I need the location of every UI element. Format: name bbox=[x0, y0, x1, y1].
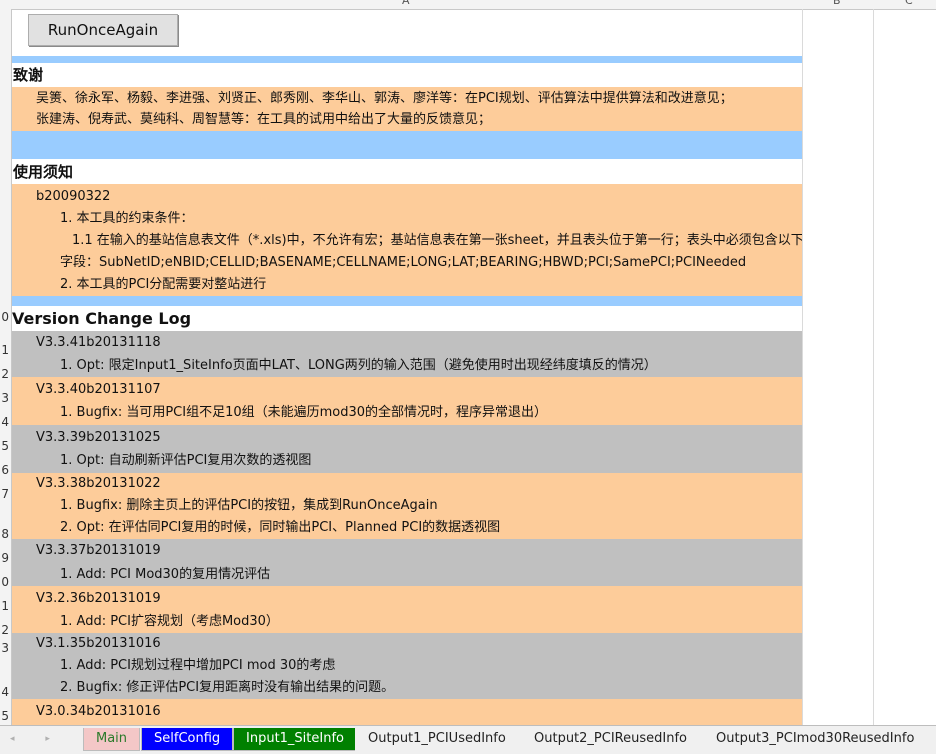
separator-band bbox=[12, 131, 802, 159]
column-header-c[interactable]: C bbox=[905, 0, 913, 7]
log-entry-item: 1. Bugfix: 删除主页上的评估PCI的按钮，集成到RunOnceAgai… bbox=[60, 498, 438, 513]
log-entry-version: V3.1.35b20131016 bbox=[36, 636, 161, 651]
row-number[interactable]: 4 bbox=[0, 415, 9, 429]
row-number[interactable]: 4 bbox=[0, 685, 9, 699]
separator-band bbox=[12, 56, 802, 63]
notice-version: b20090322 bbox=[36, 189, 111, 204]
column-header-a[interactable]: A bbox=[402, 0, 410, 7]
row-number[interactable]: 3 bbox=[0, 391, 9, 405]
row-number[interactable]: 0 bbox=[0, 575, 9, 589]
row-number[interactable]: 2 bbox=[0, 623, 9, 637]
separator-band bbox=[12, 296, 802, 306]
tab-main[interactable]: Main bbox=[83, 728, 141, 751]
sheet-tabs-bar: ◂ ▸ Main SelfConfig Input1_SiteInfo Outp… bbox=[0, 725, 936, 754]
log-heading: Version Change Log bbox=[12, 307, 802, 331]
tab-output1-pciusedinfo[interactable]: Output1_PCIUsedInfo bbox=[355, 728, 519, 751]
log-entry-item: 2. Bugfix: 修正评估PCI复用距离时没有输出结果的问题。 bbox=[60, 680, 395, 695]
thanks-title: 致谢 bbox=[13, 66, 44, 84]
column-divider-a-b bbox=[802, 9, 803, 725]
log-entry-version: V3.0.34b20131016 bbox=[36, 704, 161, 719]
log-entry-item: 1. Add: PCI Mod30的复用情况评估 bbox=[60, 567, 271, 582]
row-number[interactable]: 5 bbox=[0, 709, 9, 723]
tab-output2-pcireusedinfo[interactable]: Output2_PCIReusedInfo bbox=[521, 728, 700, 751]
log-entry-item: 1. Add: PCI规划过程中增加PCI mod 30的考虑 bbox=[60, 658, 336, 673]
row-number[interactable]: 7 bbox=[0, 487, 9, 501]
row-number[interactable]: 5 bbox=[0, 439, 9, 453]
log-title: Version Change Log bbox=[12, 309, 192, 328]
run-once-again-button[interactable]: RunOnceAgain bbox=[28, 14, 178, 46]
thanks-heading: 致谢 bbox=[12, 64, 802, 86]
tab-selfconfig[interactable]: SelfConfig bbox=[141, 728, 234, 751]
row-header-strip: 0 1 2 3 4 5 6 7 8 9 0 1 2 3 4 5 bbox=[0, 9, 12, 725]
tab-input1-siteinfo[interactable]: Input1_SiteInfo bbox=[233, 728, 357, 751]
log-entry-version: V3.3.39b20131025 bbox=[36, 430, 161, 445]
column-divider-b-c bbox=[873, 9, 874, 725]
thanks-line-2: 张建涛、倪寿武、莫纯科、周智慧等：在工具的试用中给出了大量的反馈意见； bbox=[36, 112, 492, 127]
notice-line-2: 1.1 在输入的基站信息表文件（*.xls)中，不允许有宏；基站信息表在第一张s… bbox=[72, 233, 802, 248]
column-header-b[interactable]: B bbox=[833, 0, 841, 7]
log-entry-item: 1. Add: PCI扩容规划（考虑Mod30） bbox=[60, 614, 279, 629]
log-entry-item: 1. Bugfix: 当可用PCI组不足10组（未能遍历mod30的全部情况时，… bbox=[60, 405, 548, 420]
sheet-nav-arrows-icon[interactable]: ◂ ▸ bbox=[10, 734, 64, 744]
log-entry-item: 1. Opt: 自动刷新评估PCI复用次数的透视图 bbox=[60, 453, 312, 468]
row-number[interactable]: 9 bbox=[0, 551, 9, 565]
log-entry-version: V3.3.40b20131107 bbox=[36, 382, 161, 397]
row-number[interactable]: 8 bbox=[0, 527, 9, 541]
notice-title: 使用须知 bbox=[13, 163, 74, 181]
row-number[interactable]: 3 bbox=[0, 641, 9, 655]
row-number[interactable]: 0 bbox=[0, 310, 9, 324]
log-entry-version: V3.3.37b20131019 bbox=[36, 543, 161, 558]
tab-output3-pcimod30reusedinfo[interactable]: Output3_PCImod30ReusedInfo bbox=[703, 728, 928, 751]
notice-line-3: 字段：SubNetID;eNBID;CELLID;BASENAME;CELLNA… bbox=[60, 255, 747, 270]
notice-line-1: 1. 本工具的约束条件： bbox=[60, 211, 194, 226]
log-entry-version: V3.3.41b20131118 bbox=[36, 335, 161, 350]
column-header-bar: A B C bbox=[0, 0, 936, 10]
log-entry-item: 2. Opt: 在评估同PCI复用的时候，同时输出PCI、Planned PCI… bbox=[60, 520, 501, 535]
row-number[interactable]: 6 bbox=[0, 463, 9, 477]
notice-line-4: 2. 本工具的PCI分配需要对整站进行 bbox=[60, 277, 267, 292]
row-number[interactable]: 1 bbox=[0, 599, 9, 613]
row-number[interactable]: 1 bbox=[0, 343, 9, 357]
notice-heading: 使用须知 bbox=[12, 160, 802, 184]
log-entry-version: V3.3.38b20131022 bbox=[36, 476, 161, 491]
log-entry-version: V3.2.36b20131019 bbox=[36, 591, 161, 606]
row-number[interactable]: 2 bbox=[0, 367, 9, 381]
thanks-line-1: 吴箦、徐永军、杨毅、李进强、刘贤正、郎秀刚、李华山、郭涛、廖洋等：在PCI规划、… bbox=[36, 91, 733, 106]
log-entry-item: 1. Opt: 限定Input1_SiteInfo页面中LAT、LONG两列的输… bbox=[60, 358, 657, 373]
